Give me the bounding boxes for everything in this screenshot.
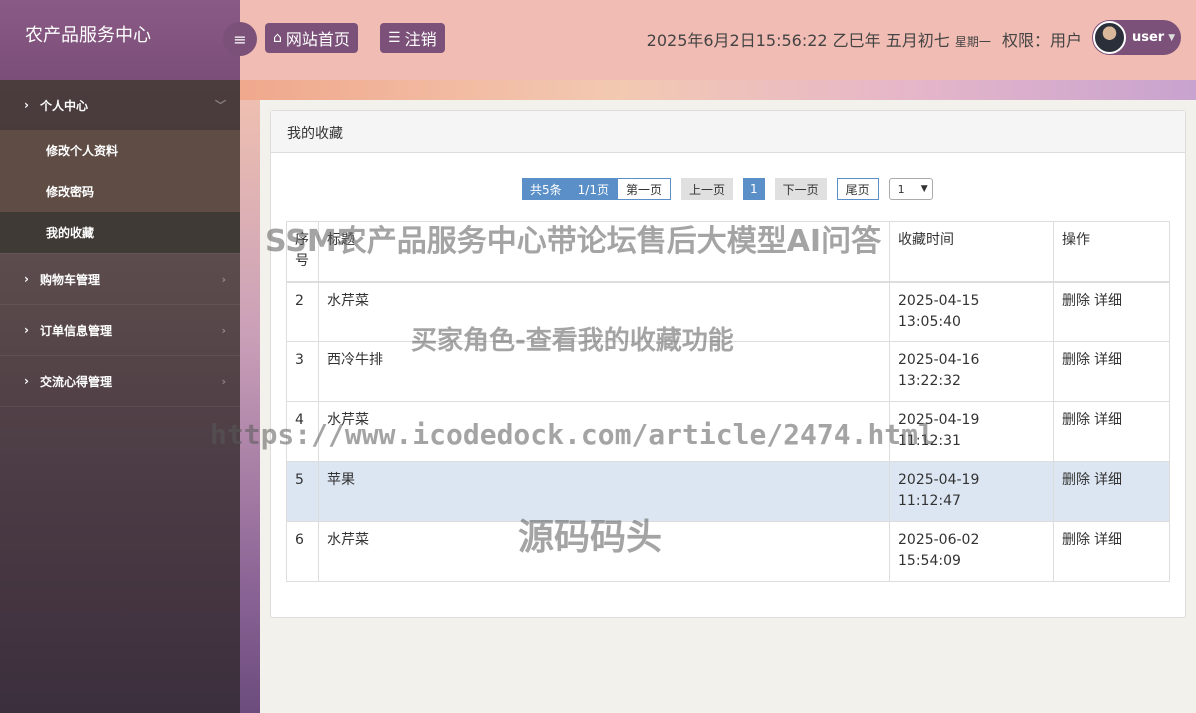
page-select[interactable]: 1 ▼ [888, 178, 933, 200]
pager-prev-button[interactable]: 上一页 [680, 178, 733, 200]
menu-label: 交流心得管理 [40, 374, 113, 389]
cell-time: 2025-04-19 11:12:47 [889, 461, 1054, 522]
delete-link[interactable]: 删除 [1062, 532, 1090, 548]
cell-no: 3 [286, 341, 319, 402]
logout-button-label: 注销 [404, 30, 437, 49]
table-row: 5 苹果 2025-04-19 11:12:47 删除 详细 [286, 461, 1170, 522]
home-button-label: 网站首页 [285, 30, 350, 49]
table-row: 2 水芹菜 2025-04-15 13:05:40 删除 详细 [286, 281, 1170, 342]
table-row: 4 水芹菜 2025-04-19 11:12:31 删除 详细 [286, 401, 1170, 462]
datetime-text: 2025年6月2日15:56:22 乙巳年 五月初七 [646, 31, 950, 50]
chevron-right-icon: › [24, 323, 29, 337]
sidebar-item-edit-profile[interactable]: 修改个人资料 [0, 130, 240, 171]
home-icon: ⌂ [273, 30, 282, 46]
detail-link[interactable]: 详细 [1094, 532, 1122, 548]
table-row: 6 水芹菜 2025-06-02 15:54:09 删除 详细 [286, 521, 1170, 582]
header-gradient-strip [240, 80, 1196, 100]
pager-total: 共5条 [522, 178, 570, 200]
chevron-right-icon: › [24, 98, 29, 112]
favorites-table: 序号 标题 收藏时间 操作 2 水芹菜 2025-04-15 13:05:40 … [286, 221, 1170, 582]
detail-link[interactable]: 详细 [1094, 352, 1122, 368]
logout-button[interactable]: ☰ 注销 [380, 23, 445, 53]
avatar [1093, 21, 1126, 54]
cell-actions: 删除 详细 [1053, 461, 1170, 522]
sidebar: 农产品服务中心 › 个人中心 ﹀ 修改个人资料 修改密码 我的收藏 › 购物车管… [0, 0, 240, 713]
sidebar-item-my-favorites[interactable]: 我的收藏 [0, 212, 240, 253]
menu-group-cart: › 购物车管理 › [0, 254, 240, 305]
cell-actions: 删除 详细 [1053, 281, 1170, 342]
chevron-down-icon: ﹀ [215, 99, 226, 112]
cell-no: 2 [286, 281, 319, 342]
top-header: ≡ ⌂ 网站首页 ☰ 注销 2025年6月2日15:56:22 乙巳年 五月初七… [223, 0, 1196, 80]
cell-no: 4 [286, 401, 319, 462]
cell-time: 2025-04-16 13:22:32 [889, 341, 1054, 402]
menu-group-experience: › 交流心得管理 › [0, 356, 240, 407]
cell-title: 水芹菜 [318, 401, 890, 462]
menu-group-orders: › 订单信息管理 › [0, 305, 240, 356]
cell-no: 5 [286, 461, 319, 522]
chevron-down-icon: ▼ [920, 184, 928, 194]
table-header-row: 序号 标题 收藏时间 操作 [286, 221, 1170, 283]
weekday-text: 星期一 [954, 35, 991, 49]
detail-link[interactable]: 详细 [1094, 293, 1122, 309]
pager-pages: 1/1页 [569, 178, 617, 200]
menu-personal-center[interactable]: › 个人中心 ﹀ [0, 80, 240, 130]
hamburger-icon: ≡ [233, 29, 247, 49]
pager-first-button[interactable]: 第一页 [616, 178, 671, 200]
datetime-display: 2025年6月2日15:56:22 乙巳年 五月初七 星期一 权限：用户 [647, 27, 1082, 51]
delete-link[interactable]: 删除 [1062, 412, 1090, 428]
username: user [1132, 30, 1165, 45]
caret-down-icon: ▼ [1168, 32, 1176, 43]
sidebar-accent-strip [240, 80, 260, 713]
col-header-no: 序号 [286, 221, 319, 283]
cell-actions: 删除 详细 [1053, 401, 1170, 462]
menu-label: 购物车管理 [40, 272, 101, 287]
pagination: 共5条 1/1页 第一页 上一页 1 下一页 尾页 1 ▼ [522, 178, 933, 200]
cell-no: 6 [286, 521, 319, 582]
cell-actions: 删除 详细 [1053, 341, 1170, 402]
pager-last-button[interactable]: 尾页 [836, 178, 879, 200]
detail-link[interactable]: 详细 [1094, 412, 1122, 428]
panel-title: 我的收藏 [271, 111, 1185, 153]
table-row: 3 西冷牛排 2025-04-16 13:22:32 删除 详细 [286, 341, 1170, 402]
delete-link[interactable]: 删除 [1062, 293, 1090, 309]
cell-title: 水芹菜 [318, 521, 890, 582]
chevron-right-icon: › [221, 272, 226, 286]
col-header-time: 收藏时间 [889, 221, 1054, 283]
cell-title: 水芹菜 [318, 281, 890, 342]
chevron-right-icon: › [221, 374, 226, 388]
cell-time: 2025-04-19 11:12:31 [889, 401, 1054, 462]
permission-text: 权限：用户 [1001, 31, 1082, 50]
favorites-panel: 我的收藏 共5条 1/1页 第一页 上一页 1 下一页 尾页 1 ▼ 序号 标题… [270, 110, 1186, 618]
user-menu[interactable]: user ▼ [1092, 20, 1181, 55]
cell-actions: 删除 详细 [1053, 521, 1170, 582]
col-header-title: 标题 [318, 221, 890, 283]
home-button[interactable]: ⌂ 网站首页 [265, 23, 358, 53]
col-header-actions: 操作 [1053, 221, 1170, 283]
list-icon: ☰ [388, 30, 401, 46]
menu-order-management[interactable]: › 订单信息管理 › [0, 305, 240, 355]
chevron-right-icon: › [24, 272, 29, 286]
menu-label: 订单信息管理 [40, 323, 113, 338]
delete-link[interactable]: 删除 [1062, 472, 1090, 488]
menu-toggle-button[interactable]: ≡ [223, 22, 257, 56]
chevron-right-icon: › [24, 374, 29, 388]
pager-current-page[interactable]: 1 [743, 178, 765, 200]
sidebar-item-change-password[interactable]: 修改密码 [0, 171, 240, 212]
detail-link[interactable]: 详细 [1094, 472, 1122, 488]
cell-time: 2025-04-15 13:05:40 [889, 281, 1054, 342]
cell-time: 2025-06-02 15:54:09 [889, 521, 1054, 582]
delete-link[interactable]: 删除 [1062, 352, 1090, 368]
menu-label: 个人中心 [40, 98, 89, 113]
menu-cart-management[interactable]: › 购物车管理 › [0, 254, 240, 304]
cell-title: 苹果 [318, 461, 890, 522]
cell-title: 西冷牛排 [318, 341, 890, 402]
menu-group-personal: › 个人中心 ﹀ 修改个人资料 修改密码 我的收藏 [0, 80, 240, 254]
page-select-value: 1 [897, 182, 905, 196]
brand-title: 农产品服务中心 [0, 0, 240, 80]
menu-experience-management[interactable]: › 交流心得管理 › [0, 356, 240, 406]
chevron-right-icon: › [221, 323, 226, 337]
pager-next-button[interactable]: 下一页 [774, 178, 827, 200]
